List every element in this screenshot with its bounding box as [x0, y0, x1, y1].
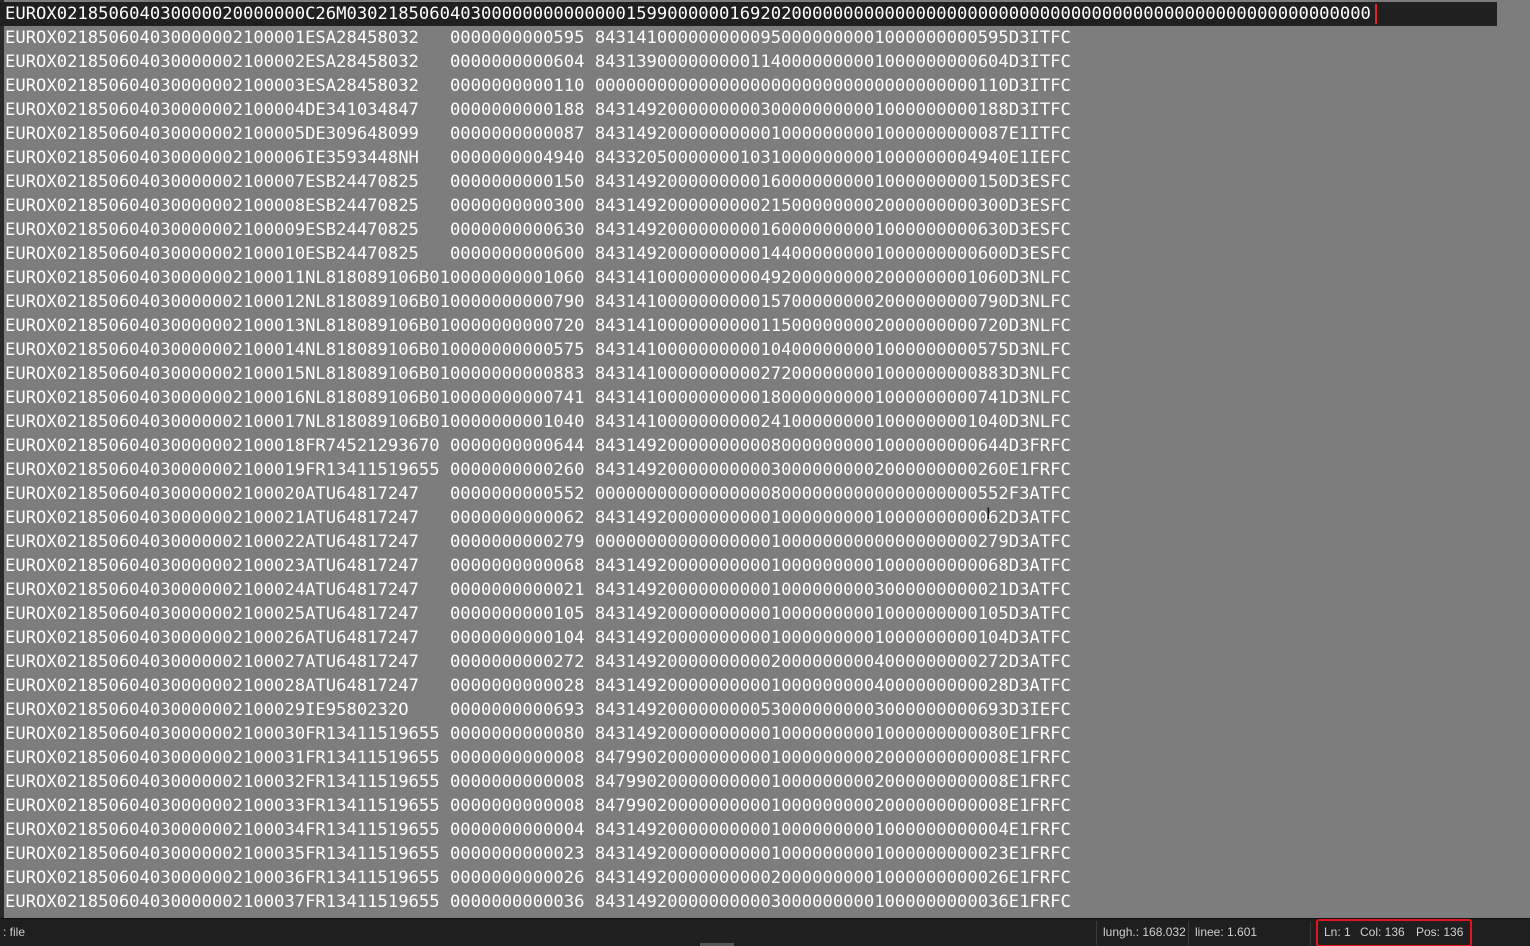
editor-line-text: EUROX021850604030000002100011NL818089106… — [5, 268, 1071, 288]
editor-line-text: EUROX021850604030000002100016NL818089106… — [5, 388, 1071, 408]
editor-line-text: EUROX021850604030000002100032FR134115196… — [5, 772, 1071, 792]
editor-line-text: EUROX021850604030000002100008ESB24470825… — [5, 196, 1071, 216]
editor-line-text: EUROX021850604030000002100014NL818089106… — [5, 340, 1071, 360]
editor-line[interactable]: EUROX021850604030000002100019FR134115196… — [5, 458, 1530, 482]
status-line-count: linee: 1.601 — [1195, 925, 1258, 939]
editor-gutter — [0, 0, 4, 918]
status-separator — [1310, 921, 1311, 945]
editor-line-text: EUROX021850604030000002100002ESA28458032… — [5, 52, 1071, 72]
editor-line[interactable]: EUROX021850604030000002100022ATU64817247… — [5, 530, 1530, 554]
editor-line[interactable]: EUROX021850604030000002100033FR134115196… — [5, 794, 1530, 818]
editor-line-text: EUROX021850604030000002100036FR134115196… — [5, 868, 1071, 888]
editor-line-text: EUROX021850604030000002100006IE3593448NH… — [5, 148, 1071, 168]
status-separator — [1188, 921, 1189, 945]
editor-line[interactable]: EUROX021850604030000002100008ESB24470825… — [5, 194, 1530, 218]
editor-line[interactable]: EUROX021850604030000002100001ESA28458032… — [5, 26, 1530, 50]
status-file-type: : file — [3, 925, 26, 939]
editor-line[interactable]: EUROX021850604030000002100031FR134115196… — [5, 746, 1530, 770]
editor-line[interactable]: EUROX021850604030000002100028ATU64817247… — [5, 674, 1530, 698]
editor-line-text: EUROX021850604030000002100019FR134115196… — [5, 460, 1071, 480]
status-bar: : file lungh.: 168.032 linee: 1.601 Ln: … — [0, 918, 1530, 946]
editor-line-text: EUROX021850604030000002100009ESB24470825… — [5, 220, 1071, 240]
editor-line[interactable]: EUROX021850604030000002100016NL818089106… — [5, 386, 1530, 410]
editor-line-text: EUROX021850604030000002100030FR134115196… — [5, 724, 1071, 744]
editor-line[interactable]: EUROX021850604030000002100012NL818089106… — [5, 290, 1530, 314]
editor-line-text: EUROX021850604030000002100013NL818089106… — [5, 316, 1071, 336]
editor-line-text: EUROX021850604030000002100031FR134115196… — [5, 748, 1071, 768]
editor-line[interactable]: EUROX021850604030000002100014NL818089106… — [5, 338, 1530, 362]
editor-line-current[interactable]: EUROX021850604030000020000000C26M0302185… — [0, 2, 1497, 26]
editor-line-text: EUROX021850604030000002100028ATU64817247… — [5, 676, 1071, 696]
editor-line[interactable]: EUROX021850604030000002100030FR134115196… — [5, 722, 1530, 746]
editor-line[interactable]: EUROX021850604030000002100017NL818089106… — [5, 410, 1530, 434]
editor-line[interactable]: EUROX021850604030000002100020ATU64817247… — [5, 482, 1530, 506]
editor-line-text: EUROX021850604030000002100024ATU64817247… — [5, 580, 1071, 600]
editor-line[interactable]: EUROX021850604030000002100003ESA28458032… — [5, 74, 1530, 98]
editor-line[interactable]: EUROX021850604030000002100011NL818089106… — [5, 266, 1530, 290]
status-separator — [1096, 921, 1097, 945]
editor-line-text: EUROX021850604030000002100003ESA28458032… — [5, 76, 1071, 96]
editor-line-text: EUROX021850604030000002100034FR134115196… — [5, 820, 1071, 840]
editor-line-text: EUROX021850604030000002100029IE9580232O … — [5, 700, 1071, 720]
editor-line-text: EUROX021850604030000002100001ESA28458032… — [5, 28, 1071, 48]
status-ln[interactable]: Ln: 1 — [1324, 925, 1351, 939]
editor-line-text: EUROX021850604030000020000000C26M0302185… — [5, 4, 1371, 24]
editor-line[interactable]: EUROX021850604030000002100036FR134115196… — [5, 866, 1530, 890]
editor-line[interactable]: EUROX021850604030000002100018FR745212936… — [5, 434, 1530, 458]
editor-line-text: EUROX021850604030000002100017NL818089106… — [5, 412, 1071, 432]
editor-line-text: EUROX021850604030000002100004DE341034847… — [5, 100, 1071, 120]
editor-line[interactable]: EUROX021850604030000002100026ATU64817247… — [5, 626, 1530, 650]
editor-line[interactable]: EUROX021850604030000002100004DE341034847… — [5, 98, 1530, 122]
editor-line[interactable]: EUROX021850604030000002100027ATU64817247… — [5, 650, 1530, 674]
editor-line-text: EUROX021850604030000002100005DE309648099… — [5, 124, 1071, 144]
editor-line[interactable]: EUROX021850604030000002100037FR134115196… — [5, 890, 1530, 914]
editor-line[interactable]: EUROX021850604030000002100021ATU64817247… — [5, 506, 1530, 530]
editor-line-text: EUROX021850604030000002100033FR134115196… — [5, 796, 1071, 816]
editor-line[interactable]: EUROX021850604030000002100034FR134115196… — [5, 818, 1530, 842]
editor-line[interactable]: EUROX021850604030000002100024ATU64817247… — [5, 578, 1530, 602]
editor-line-text: EUROX021850604030000002100025ATU64817247… — [5, 604, 1071, 624]
editor-line-text: EUROX021850604030000002100026ATU64817247… — [5, 628, 1071, 648]
editor-line[interactable]: EUROX021850604030000002100006IE3593448NH… — [5, 146, 1530, 170]
editor-text-area[interactable]: EUROX021850604030000020000000C26M0302185… — [0, 0, 1530, 918]
editor-lines[interactable]: EUROX021850604030000020000000C26M0302185… — [0, 2, 1530, 914]
editor-line[interactable]: EUROX021850604030000002100005DE309648099… — [5, 122, 1530, 146]
editor-line[interactable]: EUROX021850604030000002100032FR134115196… — [5, 770, 1530, 794]
editor-line-text: EUROX021850604030000002100037FR134115196… — [5, 892, 1071, 912]
editor-line[interactable]: EUROX021850604030000002100013NL818089106… — [5, 314, 1530, 338]
editor-line-text: EUROX021850604030000002100027ATU64817247… — [5, 652, 1071, 672]
editor-line[interactable]: EUROX021850604030000002100025ATU64817247… — [5, 602, 1530, 626]
editor-line[interactable]: EUROX021850604030000002100015NL818089106… — [5, 362, 1530, 386]
editor-line-text: EUROX021850604030000002100023ATU64817247… — [5, 556, 1071, 576]
editor-line-text: EUROX021850604030000002100007ESB24470825… — [5, 172, 1071, 192]
status-pos[interactable]: Pos: 136 — [1416, 925, 1463, 939]
text-caret — [1374, 4, 1377, 24]
editor-line-text: EUROX021850604030000002100035FR134115196… — [5, 844, 1071, 864]
editor-line[interactable]: EUROX021850604030000002100023ATU64817247… — [5, 554, 1530, 578]
editor-line[interactable]: EUROX021850604030000002100029IE9580232O … — [5, 698, 1530, 722]
ibeam-cursor-icon: I — [986, 504, 991, 523]
editor-line[interactable]: EUROX021850604030000002100010ESB24470825… — [5, 242, 1530, 266]
status-length: lungh.: 168.032 — [1103, 925, 1186, 939]
editor-line[interactable]: EUROX021850604030000002100035FR134115196… — [5, 842, 1530, 866]
editor-line-text: EUROX021850604030000002100015NL818089106… — [5, 364, 1071, 384]
editor-line-text: EUROX021850604030000002100022ATU64817247… — [5, 532, 1071, 552]
editor-line[interactable]: EUROX021850604030000002100007ESB24470825… — [5, 170, 1530, 194]
text-editor-window: EUROX021850604030000020000000C26M0302185… — [0, 0, 1530, 946]
editor-line[interactable]: EUROX021850604030000002100002ESA28458032… — [5, 50, 1530, 74]
editor-line-text: EUROX021850604030000002100021ATU64817247… — [5, 508, 1071, 528]
status-col[interactable]: Col: 136 — [1360, 925, 1405, 939]
editor-line-text: EUROX021850604030000002100010ESB24470825… — [5, 244, 1071, 264]
editor-line-text: EUROX021850604030000002100020ATU64817247… — [5, 484, 1071, 504]
editor-line[interactable]: EUROX021850604030000002100009ESB24470825… — [5, 218, 1530, 242]
editor-line-text: EUROX021850604030000002100012NL818089106… — [5, 292, 1071, 312]
editor-line-text: EUROX021850604030000002100018FR745212936… — [5, 436, 1071, 456]
